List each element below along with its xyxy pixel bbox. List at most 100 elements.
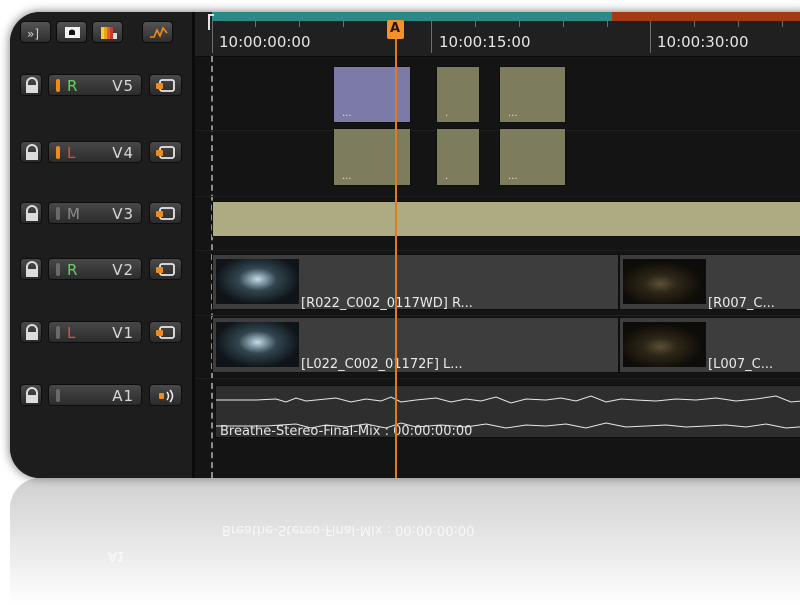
track-patch-button[interactable] [149,141,182,163]
track-eye-label: R [67,261,78,279]
ruler-minor-tick [343,21,344,27]
track-select-button[interactable]: M V3 [48,202,142,224]
track-header-v2: R V2 [20,258,192,280]
playhead-marker[interactable]: A [387,20,404,39]
video-patch-icon [156,207,175,220]
v5-clip-2[interactable]: . [436,66,480,123]
track-patch-button[interactable] [149,74,182,96]
track-patch-button[interactable] [149,321,182,343]
timeline-area[interactable]: 10:00:00:00 10:00:15:00 10:00:30:00 ... … [195,12,800,478]
audio-patch-button[interactable] [149,384,182,406]
ruler-minor-tick [255,21,256,27]
lock-icon [26,77,38,93]
jump-to-end-button[interactable]: »] [20,21,51,43]
video-patch-icon [156,326,175,339]
track-record-indicator [56,389,60,402]
track-record-indicator [56,263,60,276]
waveform-button[interactable] [142,21,173,43]
track-select-button[interactable]: A1 [48,384,142,406]
v4-clip-3[interactable]: ... [499,128,566,186]
track-record-indicator [56,326,60,339]
track-header-v1: L V1 [20,321,192,343]
lock-icon [26,261,38,277]
track-header-v3: M V3 [20,202,192,224]
timeline-start-marker [208,14,214,30]
track-name-label: A1 [112,387,134,405]
track-select-button[interactable]: R V2 [48,258,142,280]
timecode-ruler[interactable]: 10:00:00:00 10:00:15:00 10:00:30:00 [195,12,800,57]
v5-clip-3[interactable]: ... [499,66,566,123]
track-eye-label: L [67,144,76,162]
monitor-button[interactable] [56,21,87,43]
track-lock-button[interactable] [20,141,42,163]
track-eye-label: R [67,77,78,95]
clip-thumbnail [623,322,706,367]
track-select-button[interactable]: L V4 [48,141,142,163]
ruler-minor-tick [738,21,739,27]
playhead-line[interactable] [395,21,397,478]
waveform-icon [150,26,168,38]
track-patch-button[interactable] [149,202,182,224]
lock-icon [26,144,38,160]
track-lock-button[interactable] [20,202,42,224]
timecode-label: 10:00:15:00 [439,33,531,51]
editor-window: »] R V5 L V4 M V3 R V2 L V1 A1 10:00:00:… [10,12,800,478]
ruler-minor-tick [563,21,564,27]
track-name-label: V4 [112,144,134,162]
v1-clip-1[interactable]: [L022_C002_01172F] L... [212,317,619,373]
lane-divider [195,315,800,316]
v1-clip-2[interactable]: [L007_C... [619,317,800,373]
window-reflection: Breathe-Stereo-Final-Mix : 00:00:00:00 A… [10,478,800,613]
clip-more-label: ... [342,108,352,119]
clip-name-label: [L007_C... [708,357,774,372]
v4-clip-2[interactable]: . [436,128,480,186]
color-bars-button[interactable] [92,21,123,43]
clip-more-label: ... [508,108,518,119]
lane-divider [195,378,800,379]
clip-more-label: ... [342,171,352,182]
clip-name-label: [R007_C... [708,296,775,311]
v4-clip-1[interactable]: ... [333,128,411,186]
track-lock-button[interactable] [20,321,42,343]
track-name-label: V2 [112,261,134,279]
svg-text:»]: »] [27,27,39,41]
track-lock-button[interactable] [20,258,42,280]
clip-thumbnail [216,259,299,304]
ruler-major-tick [650,21,651,53]
clip-name-label: [L022_C002_01172F] L... [301,357,463,372]
lock-icon [26,324,38,340]
playhead-label: A [390,21,401,36]
audio-clip-label: Breathe-Stereo-Final-Mix : 00:00:00:00 [220,424,473,439]
track-eye-label: L [67,324,76,342]
clip-name-label: [R022_C002_0117WD] R... [301,296,473,311]
ruler-minor-tick [782,21,783,27]
v5-clip-1[interactable]: ... [333,66,411,123]
lane-divider [195,250,800,251]
track-name-label: V1 [112,324,134,342]
jump-to-end-icon: »] [27,27,39,41]
track-select-button[interactable]: R V5 [48,74,142,96]
v2-clip-2[interactable]: [R007_C... [619,254,800,311]
monitor-icon [65,27,80,38]
ruler-unrendered-range [612,12,800,21]
speaker-icon [159,389,174,403]
ruler-minor-tick [519,21,520,27]
track-record-indicator [56,79,60,92]
color-bars-icon [101,27,117,39]
a1-audio-clip[interactable]: Breathe-Stereo-Final-Mix : 00:00:00:00 [215,385,800,439]
v2-clip-1[interactable]: [R022_C002_0117WD] R... [212,254,619,311]
timecode-label: 10:00:00:00 [219,33,311,51]
reflection-audio-label: Breathe-Stereo-Final-Mix : 00:00:00:00 [222,522,475,537]
reflection-surface [10,478,800,613]
v3-clip[interactable] [212,201,800,237]
track-lock-button[interactable] [20,384,42,406]
video-patch-icon [156,79,175,92]
ruler-rendered-range [212,12,612,21]
timecode-label: 10:00:30:00 [657,33,749,51]
track-patch-button[interactable] [149,258,182,280]
track-lock-button[interactable] [20,74,42,96]
track-select-button[interactable]: L V1 [48,321,142,343]
track-header-v4: L V4 [20,141,192,163]
clip-more-label: . [445,171,449,182]
video-patch-icon [156,146,175,159]
